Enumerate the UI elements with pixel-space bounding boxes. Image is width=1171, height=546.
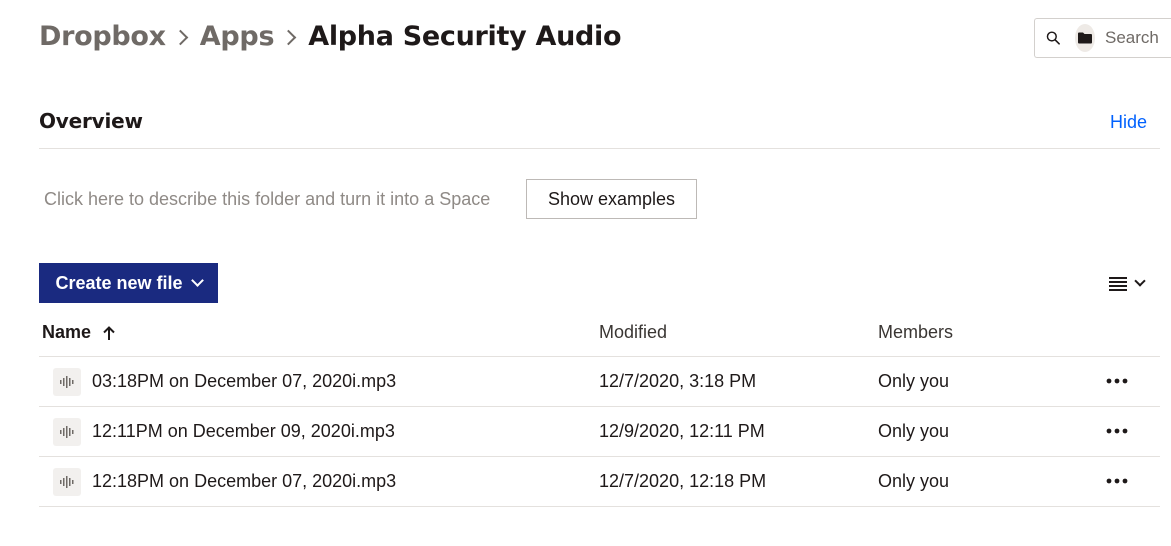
breadcrumb-dropbox[interactable]: Dropbox [39,21,166,52]
search-icon[interactable] [1046,28,1061,48]
folder-icon [1077,32,1092,44]
show-examples-button[interactable]: Show examples [526,179,697,219]
modified-cell: 12/7/2020, 12:18 PM [599,471,767,491]
overview-divider [39,148,1160,149]
ellipsis-icon [1106,378,1128,384]
overview-title: Overview [39,109,143,133]
column-header-name[interactable]: Name [42,322,115,343]
ellipsis-icon [1106,428,1128,434]
column-header-modified[interactable]: Modified [599,322,667,343]
file-name-link[interactable]: 12:18PM on December 07, 2020i.mp3 [92,471,396,492]
hide-overview-link[interactable]: Hide [1110,112,1147,133]
column-header-name-label: Name [42,322,92,342]
modified-cell: 12/7/2020, 3:18 PM [599,371,757,391]
table-row[interactable]: 12:18PM on December 07, 2020i.mp3 12/7/2… [39,457,1160,507]
sort-ascending-icon [103,325,115,340]
chevron-right-icon [280,29,297,45]
more-options-button[interactable] [1103,471,1131,491]
audio-file-icon [53,368,81,396]
chevron-right-icon [172,29,189,45]
members-cell: Only you [878,421,950,441]
search-input[interactable] [1105,28,1171,48]
view-toggle[interactable] [1109,274,1146,294]
page-title: Alpha Security Audio [308,20,622,52]
chevron-down-icon [190,273,204,287]
create-new-file-button[interactable]: Create new file [39,263,218,303]
table-header: Name Modified Members [39,318,1160,357]
list-view-icon [1109,277,1127,291]
more-options-button[interactable] [1103,371,1131,391]
audio-file-icon [53,468,81,496]
members-cell: Only you [878,371,950,391]
file-name-link[interactable]: 12:11PM on December 09, 2020i.mp3 [92,421,395,442]
create-new-file-label: Create new file [55,272,183,293]
ellipsis-icon [1106,478,1128,484]
table-row[interactable]: 03:18PM on December 07, 2020i.mp3 12/7/2… [39,357,1160,407]
search-scope-chip[interactable] [1074,24,1095,52]
breadcrumb-apps[interactable]: Apps [200,21,275,52]
search-box[interactable] [1034,18,1171,58]
audio-file-icon [53,418,81,446]
column-header-members[interactable]: Members [878,322,953,343]
modified-cell: 12/9/2020, 12:11 PM [599,421,765,441]
folder-description-input[interactable]: Click here to describe this folder and t… [44,189,490,210]
table-row[interactable]: 12:11PM on December 09, 2020i.mp3 12/9/2… [39,407,1160,457]
more-options-button[interactable] [1103,421,1131,441]
members-cell: Only you [878,471,950,491]
file-name-link[interactable]: 03:18PM on December 07, 2020i.mp3 [92,371,396,392]
breadcrumb: Dropbox Apps Alpha Security Audio [39,17,622,55]
chevron-down-icon [1134,275,1146,287]
